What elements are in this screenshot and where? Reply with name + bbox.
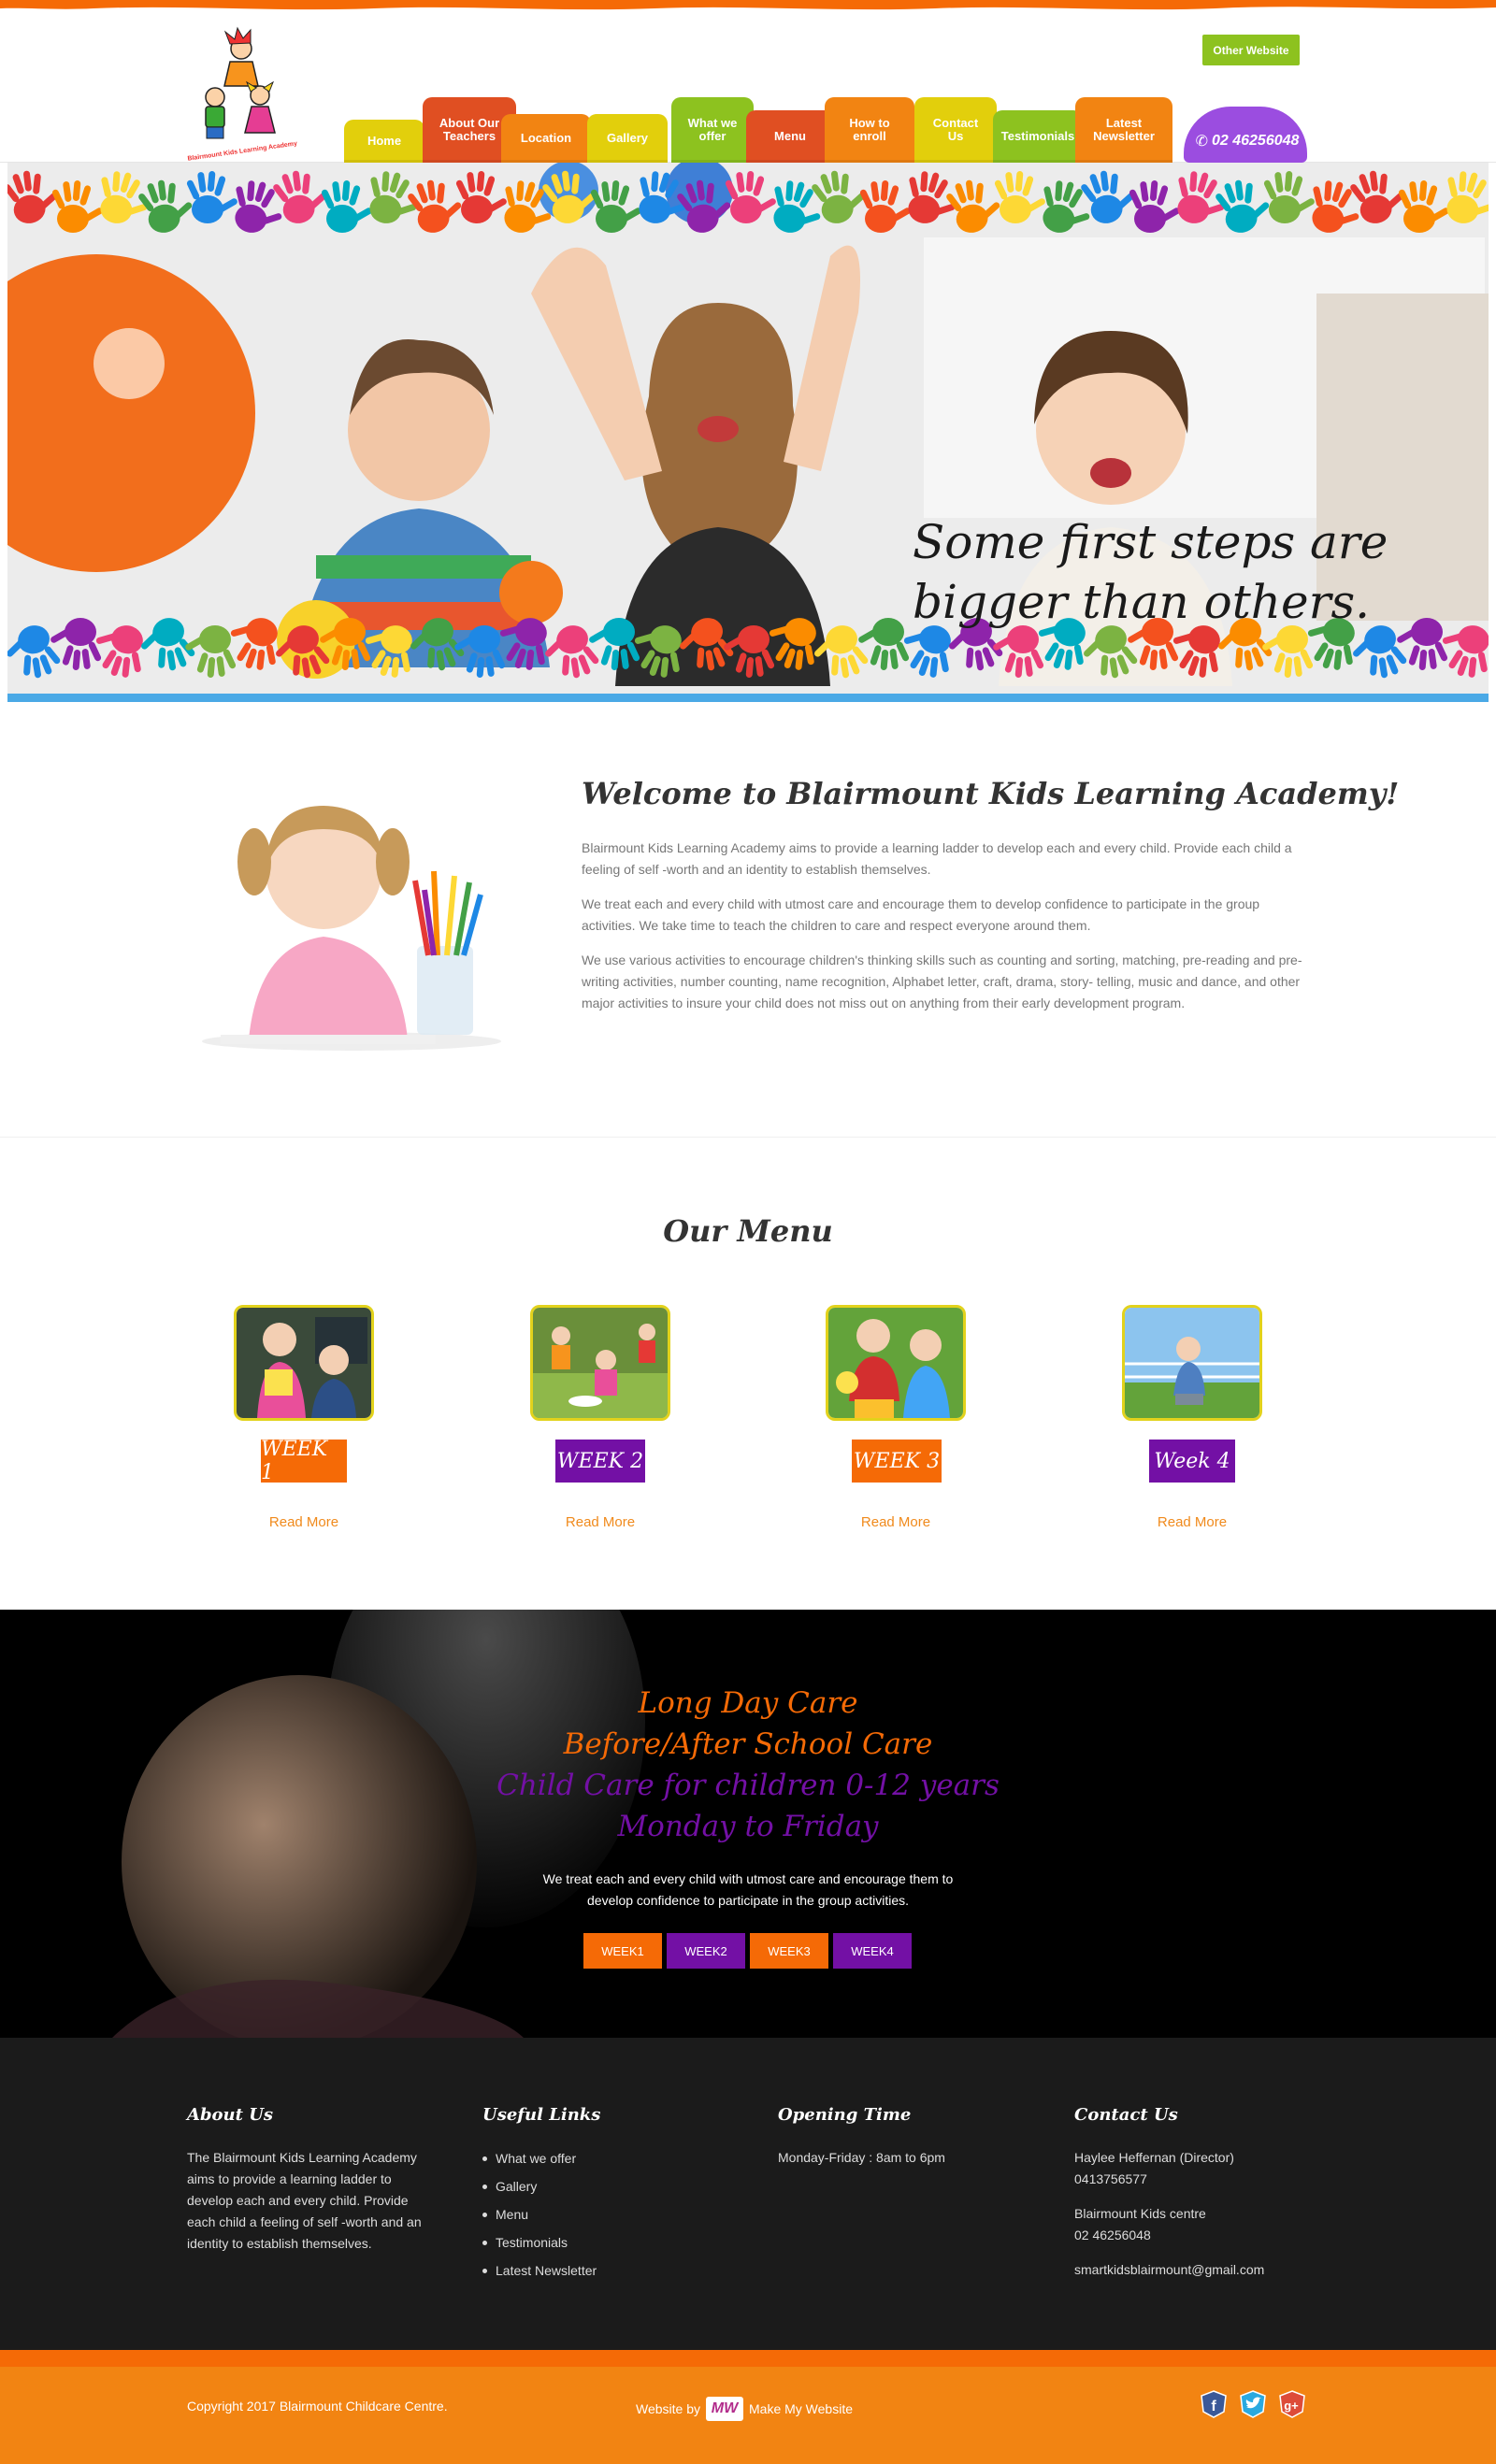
week-2-read-more-link[interactable]: Read More bbox=[507, 1514, 694, 1530]
footer-contact-name: Haylee Heffernan (Director) bbox=[1074, 2150, 1234, 2165]
site-logo[interactable]: Blairmount Kids Learning Academy bbox=[183, 21, 305, 163]
footer-opening-title: Opening Time bbox=[778, 2105, 912, 2125]
week3-button[interactable]: WEEK3 bbox=[750, 1933, 828, 1969]
phone-icon: ✆ bbox=[1195, 134, 1208, 150]
copyright-text: Copyright 2017 Blairmount Childcare Cent… bbox=[187, 2399, 448, 2414]
website-credit[interactable]: Website by MW Make My Website bbox=[636, 2397, 853, 2421]
footer-links-title: Useful Links bbox=[482, 2105, 601, 2125]
week-2-label[interactable]: WEEK 2 bbox=[555, 1440, 645, 1483]
phone-number-badge[interactable]: ✆ 02 46256048 bbox=[1184, 107, 1307, 163]
week-1-thumbnail[interactable] bbox=[234, 1305, 374, 1421]
nav-gallery[interactable]: Gallery bbox=[587, 114, 668, 163]
care-line-days: Monday to Friday bbox=[617, 1810, 879, 1843]
twitter-icon[interactable] bbox=[1238, 2389, 1268, 2419]
svg-text:g+: g+ bbox=[1284, 2399, 1299, 2413]
care-line-ages: Child Care for children 0-12 years bbox=[496, 1769, 1000, 1802]
footer-contact-title: Contact Us bbox=[1074, 2105, 1178, 2125]
nav-how-to-enroll[interactable]: How to enroll bbox=[825, 97, 914, 163]
footer-centre-name: Blairmount Kids centre bbox=[1074, 2206, 1206, 2221]
week-4-label[interactable]: Week 4 bbox=[1149, 1440, 1235, 1483]
kids-photo-image bbox=[1125, 1308, 1259, 1418]
nav-latest-newsletter[interactable]: Latest Newsletter bbox=[1075, 97, 1172, 163]
footer-links-list: What we offer Gallery Menu Testimonials … bbox=[482, 2144, 597, 2285]
care-description: We treat each and every child with utmos… bbox=[542, 1871, 954, 1908]
week-3-card[interactable] bbox=[826, 1305, 966, 1421]
week-1-label[interactable]: WEEK 1 bbox=[261, 1438, 347, 1484]
week-3-read-more-link[interactable]: Read More bbox=[802, 1514, 989, 1530]
other-website-button[interactable]: Other Website bbox=[1202, 35, 1300, 65]
nav-home[interactable]: Home bbox=[344, 120, 424, 163]
mw-logo-icon: MW bbox=[706, 2397, 743, 2421]
week4-button[interactable]: WEEK4 bbox=[833, 1933, 912, 1969]
nav-menu[interactable]: Menu bbox=[746, 110, 834, 163]
svg-text:f: f bbox=[1211, 2399, 1216, 2414]
week-3-label[interactable]: WEEK 3 bbox=[852, 1440, 942, 1483]
week-2-card[interactable] bbox=[530, 1305, 670, 1421]
footer-about-text: The Blairmount Kids Learning Academy aim… bbox=[187, 2150, 422, 2251]
nav-testimonials[interactable]: Testimonials bbox=[993, 110, 1083, 163]
facebook-icon[interactable]: f bbox=[1199, 2389, 1229, 2419]
welcome-girl-image bbox=[183, 778, 520, 1058]
week2-button[interactable]: WEEK2 bbox=[667, 1933, 745, 1969]
kids-photo-image bbox=[237, 1308, 371, 1418]
footer-contact-mobile[interactable]: 0413756577 bbox=[1074, 2169, 1147, 2190]
girl-with-pencils-image bbox=[202, 806, 501, 1051]
care-line-before-after: Before/After School Care bbox=[563, 1727, 933, 1761]
nav-what-we-offer[interactable]: What we offer bbox=[671, 97, 754, 163]
welcome-paragraph-3: We use various activities to encourage c… bbox=[582, 953, 1302, 1010]
week1-button[interactable]: WEEK1 bbox=[583, 1933, 662, 1969]
week-2-thumbnail[interactable] bbox=[530, 1305, 670, 1421]
footer-link-gallery[interactable]: Gallery bbox=[482, 2172, 597, 2200]
section-divider bbox=[0, 1137, 1496, 1138]
site-header: Blairmount Kids Learning Academy Other W… bbox=[0, 0, 1496, 163]
footer-link-latest-newsletter[interactable]: Latest Newsletter bbox=[482, 2256, 597, 2285]
welcome-paragraph-2: We treat each and every child with utmos… bbox=[582, 896, 1260, 933]
kids-photo-image bbox=[533, 1308, 668, 1418]
week-4-thumbnail[interactable] bbox=[1122, 1305, 1262, 1421]
kids-photo-image bbox=[828, 1308, 963, 1418]
footer-about-title: About Us bbox=[187, 2105, 274, 2125]
kids-logo-icon: Blairmount Kids Learning Academy bbox=[187, 26, 297, 163]
google-plus-icon[interactable]: g+ bbox=[1277, 2389, 1307, 2419]
week-4-card[interactable] bbox=[1122, 1305, 1262, 1421]
copyright-stripe bbox=[0, 2350, 1496, 2367]
footer-email[interactable]: smartkidsblairmount@gmail.com bbox=[1074, 2259, 1264, 2281]
week-4-read-more-link[interactable]: Read More bbox=[1099, 1514, 1286, 1530]
hero-caption: Some first steps are bigger than others. bbox=[913, 515, 1388, 629]
week-1-read-more-link[interactable]: Read More bbox=[210, 1514, 397, 1530]
welcome-title: Welcome to Blairmount Kids Learning Acad… bbox=[582, 776, 1400, 811]
footer-link-what-we-offer[interactable]: What we offer bbox=[482, 2144, 597, 2172]
hero-bottom-stripe bbox=[7, 694, 1489, 702]
footer-opening-text: Monday-Friday : 8am to 6pm bbox=[778, 2150, 945, 2165]
nav-contact-us[interactable]: Contact Us bbox=[914, 97, 997, 163]
nav-location[interactable]: Location bbox=[501, 114, 591, 163]
footer-link-menu[interactable]: Menu bbox=[482, 2200, 597, 2228]
menu-title: Our Menu bbox=[663, 1213, 833, 1249]
footer-link-testimonials[interactable]: Testimonials bbox=[482, 2228, 597, 2256]
svg-text:Blairmount Kids Learning Acade: Blairmount Kids Learning Academy bbox=[187, 140, 297, 161]
footer-centre-phone[interactable]: 02 46256048 bbox=[1074, 2225, 1151, 2246]
week-3-thumbnail[interactable] bbox=[826, 1305, 966, 1421]
welcome-paragraph-1: Blairmount Kids Learning Academy aims to… bbox=[582, 840, 1292, 877]
care-line-long-day: Long Day Care bbox=[638, 1686, 858, 1720]
week-1-card[interactable] bbox=[234, 1305, 374, 1421]
